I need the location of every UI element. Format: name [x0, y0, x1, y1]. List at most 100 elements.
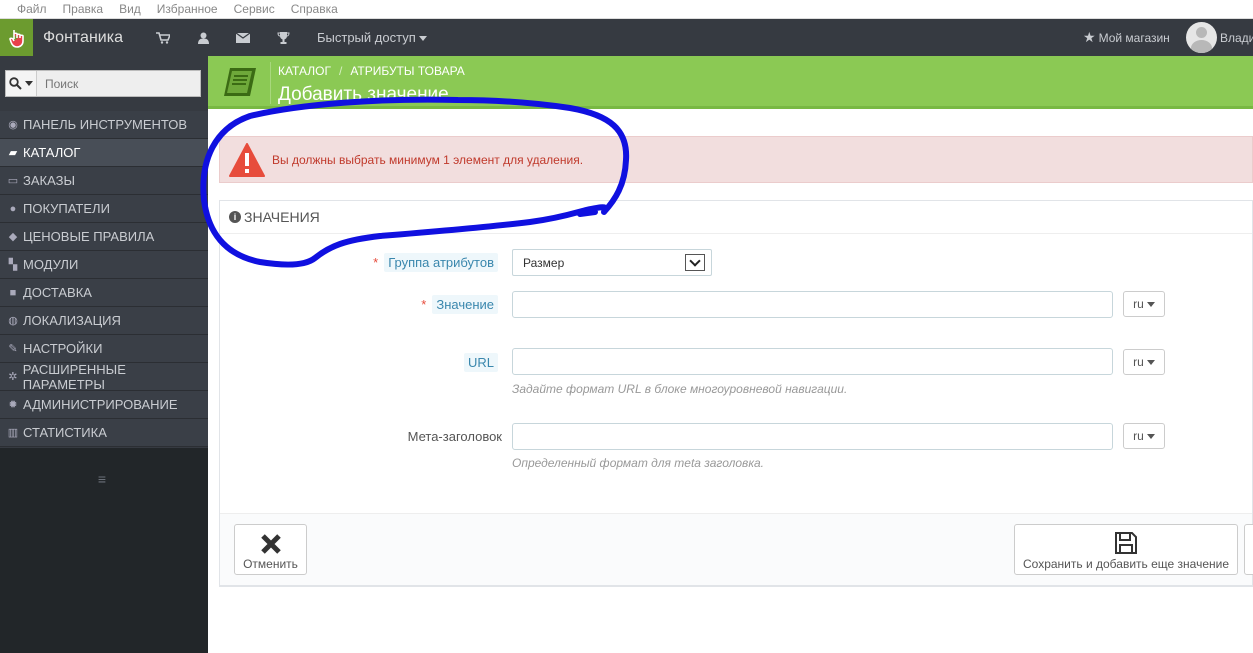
my-shop-link[interactable]: ★ Мой магазин — [1083, 19, 1170, 56]
warning-icon — [229, 142, 265, 177]
sidebar-item-modules[interactable]: ▚ МОДУЛИ — [0, 251, 208, 279]
user-menu[interactable]: Влади — [1186, 22, 1253, 53]
panel-title: ЗНАЧЕНИЯ — [244, 209, 320, 225]
cogs-icon: ✲ — [8, 371, 18, 383]
values-panel: i ЗНАЧЕНИЯ * Группа атрибутов Размер * Зна… — [219, 200, 1253, 587]
sidebar-menu: ◉ ПАНЕЛЬ ИНСТРУМЕНТОВ ▰ КАТАЛОГ ▭ ЗАКАЗЫ ● П… — [0, 111, 208, 447]
menu-help[interactable]: Справка — [291, 2, 338, 16]
sidebar-item-label: НАСТРОЙКИ — [23, 341, 103, 356]
sidebar-item-shipping[interactable]: ■ ДОСТАВКА — [0, 279, 208, 307]
cart-icon[interactable] — [143, 31, 183, 44]
lang-label: ru — [1133, 355, 1144, 369]
page-title: Добавить значение — [278, 84, 449, 105]
sidebar-item-administration[interactable]: ✹ АДМИНИСТРИРОВАНИЕ — [0, 391, 208, 419]
sidebar-item-label: ПОКУПАТЕЛИ — [23, 201, 110, 216]
cancel-button[interactable]: Отменить — [234, 524, 307, 575]
logo-hand-icon[interactable] — [0, 19, 33, 56]
required-marker: * — [421, 297, 427, 312]
meta-title-input[interactable] — [512, 423, 1113, 450]
user-icon[interactable] — [183, 32, 223, 44]
globe-icon: ◍ — [8, 315, 18, 327]
attribute-group-select[interactable]: Размер — [512, 249, 712, 276]
menu-edit[interactable]: Правка — [63, 2, 104, 16]
alert-message: Вы должны выбрать минимум 1 элемент для … — [272, 152, 584, 167]
cog-icon: ✹ — [8, 399, 18, 411]
chevron-down-icon — [25, 81, 33, 86]
sidebar-collapse-icon[interactable]: ≡ — [95, 471, 109, 487]
value-input[interactable] — [512, 291, 1113, 318]
dashboard-icon: ◉ — [8, 119, 18, 131]
menu-favorites[interactable]: Избранное — [157, 2, 218, 16]
sidebar-item-settings[interactable]: ✎ НАСТРОЙКИ — [0, 335, 208, 363]
envelope-icon[interactable] — [223, 32, 263, 43]
sidebar: ◉ ПАНЕЛЬ ИНСТРУМЕНТОВ ▰ КАТАЛОГ ▭ ЗАКАЗЫ ● П… — [0, 56, 208, 653]
sidebar-item-dashboard[interactable]: ◉ ПАНЕЛЬ ИНСТРУМЕНТОВ — [0, 111, 208, 139]
chevron-down-icon — [1146, 359, 1155, 365]
search-box — [5, 70, 201, 97]
book-icon: ▰ — [8, 147, 18, 159]
puzzle-icon: ▚ — [8, 259, 18, 271]
cancel-label: Отменить — [243, 557, 298, 571]
sidebar-item-advanced[interactable]: ✲ РАСШИРЕННЫЕ ПАРАМЕТРЫ — [0, 361, 208, 392]
save-and-add-button[interactable]: Сохранить и добавить еще значение — [1014, 524, 1238, 575]
chevron-down-icon — [1146, 301, 1155, 307]
sidebar-item-localization[interactable]: ◍ ЛОКАЛИЗАЦИЯ — [0, 307, 208, 335]
sidebar-item-label: ЗАКАЗЫ — [23, 173, 75, 188]
quick-access-dropdown[interactable]: Быстрый доступ — [317, 30, 427, 45]
attribute-group-value: Размер — [523, 255, 565, 270]
search-input[interactable] — [37, 71, 200, 96]
breadcrumb-catalog[interactable]: КАТАЛОГ — [278, 64, 331, 78]
lang-label: ru — [1133, 297, 1144, 311]
value-label: * Значение — [220, 295, 498, 314]
sidebar-item-label: ЦЕНОВЫЕ ПРАВИЛА — [23, 229, 155, 244]
user-name: Влади — [1220, 30, 1253, 45]
shop-name[interactable]: Фонтаника — [43, 29, 143, 47]
sidebar-item-statistics[interactable]: ▥ СТАТИСТИКА — [0, 419, 208, 447]
sidebar-item-label: ДОСТАВКА — [23, 285, 92, 300]
sidebar-item-orders[interactable]: ▭ ЗАКАЗЫ — [0, 167, 208, 195]
close-icon — [260, 534, 281, 554]
admin-header: Фонтаника Быстрый доступ ★ Мой магазин В… — [0, 19, 1253, 56]
required-marker: * — [373, 255, 379, 270]
tags-icon: ◆ — [8, 231, 18, 243]
info-icon: i — [229, 211, 241, 223]
url-help-text: Задайте формат URL в блоке многоуровнево… — [512, 382, 848, 396]
meta-help-text: Определенный формат для meta заголовка. — [512, 456, 764, 470]
panel-heading: i ЗНАЧЕНИЯ — [220, 201, 1252, 234]
quick-access-label: Быстрый доступ — [317, 30, 416, 45]
breadcrumb: КАТАЛОГ / АТРИБУТЫ ТОВАРА — [278, 64, 465, 78]
book-icon — [222, 64, 262, 101]
url-input[interactable] — [512, 348, 1113, 375]
value-label-text: Значение — [432, 295, 498, 314]
panel-footer: Отменить Сохранить и добавить еще значен… — [220, 513, 1253, 585]
sidebar-item-customers[interactable]: ● ПОКУПАТЕЛИ — [0, 195, 208, 223]
chevron-down-icon — [1146, 433, 1155, 439]
my-shop-label: Мой магазин — [1098, 30, 1170, 45]
sidebar-item-label: ПАНЕЛЬ ИНСТРУМЕНТОВ — [23, 117, 188, 132]
trophy-icon[interactable] — [263, 31, 303, 44]
attribute-group-label-text: Группа атрибутов — [384, 253, 498, 272]
url-lang-dropdown[interactable]: ru — [1123, 349, 1165, 375]
sidebar-item-price-rules[interactable]: ◆ ЦЕНОВЫЕ ПРАВИЛА — [0, 223, 208, 251]
credit-card-icon: ▭ — [7, 175, 19, 187]
menu-view[interactable]: Вид — [119, 2, 141, 16]
search-type-button[interactable] — [6, 71, 37, 96]
menu-file[interactable]: Файл — [17, 2, 47, 16]
wrench-icon: ✎ — [8, 343, 18, 355]
sidebar-item-label: РАСШИРЕННЫЕ ПАРАМЕТРЫ — [22, 361, 126, 392]
header-divider — [270, 62, 271, 104]
save-button[interactable] — [1244, 524, 1253, 575]
star-icon: ★ — [1083, 29, 1096, 45]
sidebar-item-catalog[interactable]: ▰ КАТАЛОГ — [0, 139, 208, 167]
menu-tools[interactable]: Сервис — [234, 2, 275, 16]
url-label-text: URL — [463, 353, 498, 372]
breadcrumb-attributes[interactable]: АТРИБУТЫ ТОВАРА — [350, 64, 464, 78]
value-lang-dropdown[interactable]: ru — [1123, 291, 1165, 317]
bar-chart-icon: ▥ — [7, 427, 19, 439]
chevron-down-icon — [685, 254, 705, 271]
sidebar-item-label: АДМИНИСТРИРОВАНИЕ — [23, 397, 178, 412]
meta-lang-dropdown[interactable]: ru — [1123, 423, 1165, 449]
attribute-group-label: * Группа атрибутов — [220, 253, 498, 272]
lang-label: ru — [1133, 429, 1144, 443]
sidebar-item-label: СТАТИСТИКА — [23, 425, 107, 440]
